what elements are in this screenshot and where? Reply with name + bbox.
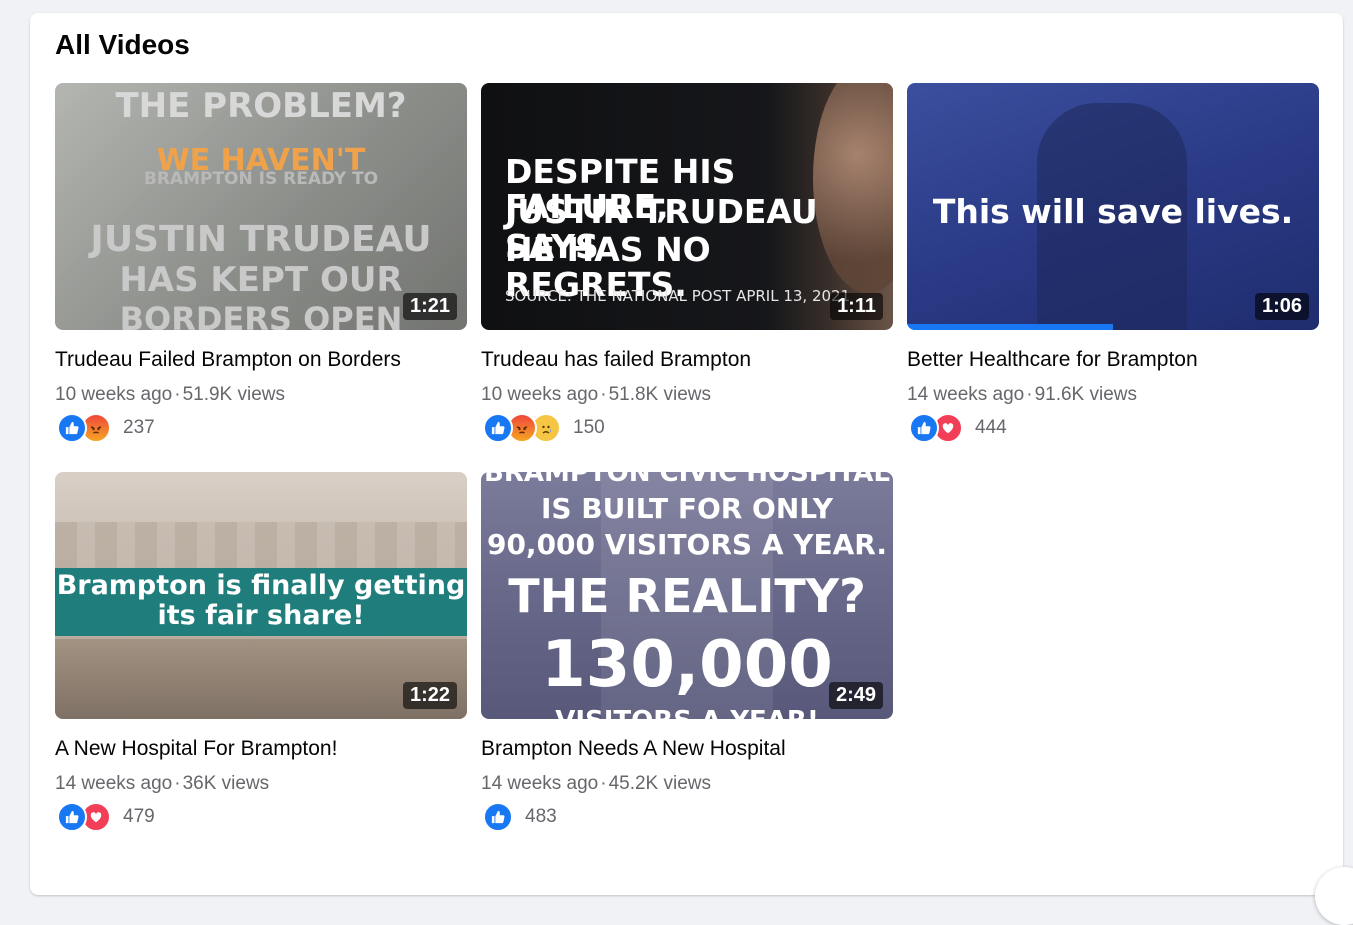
- thumb-text-line: THE REALITY?: [508, 569, 866, 623]
- reactions-summary[interactable]: 150: [483, 413, 605, 443]
- video-duration: 1:22: [402, 682, 457, 709]
- video-item[interactable]: THE PROBLEM? WE HAVEN'T BRAMPTON IS READ…: [55, 83, 467, 443]
- video-age: 10 weeks ago: [55, 384, 173, 405]
- thumb-text-line: THE PROBLEM?: [115, 86, 407, 126]
- thumb-progress-bar: [907, 324, 1113, 330]
- video-duration: 1:11: [830, 293, 883, 320]
- meta-separator: ·: [174, 773, 181, 794]
- thumb-source: SOURCE: THE NATIONAL POST APRIL 13, 2021: [505, 287, 851, 305]
- video-item[interactable]: This will save lives. 1:06 Better Health…: [907, 83, 1319, 443]
- video-title[interactable]: Brampton Needs A New Hospital: [481, 737, 786, 761]
- video-duration: 1:21: [402, 293, 457, 320]
- meta-separator: ·: [600, 384, 607, 405]
- reaction-count: 237: [123, 417, 155, 438]
- video-duration: 2:49: [828, 682, 883, 709]
- video-views: 36K views: [182, 773, 270, 794]
- video-title[interactable]: Trudeau has failed Brampton: [481, 348, 751, 372]
- video-meta: 14 weeks ago · 36K views: [55, 773, 269, 795]
- like-icon: [57, 413, 87, 443]
- reaction-count: 483: [525, 806, 557, 827]
- video-age: 14 weeks ago: [481, 773, 599, 794]
- video-views: 91.6K views: [1034, 384, 1138, 405]
- thumb-skyline: [55, 522, 467, 572]
- video-views: 51.9K views: [182, 384, 286, 405]
- video-item[interactable]: Brampton is finally getting its fair sha…: [55, 472, 467, 832]
- video-views: 45.2K views: [608, 773, 712, 794]
- video-meta: 10 weeks ago · 51.8K views: [481, 384, 711, 406]
- thumb-text-line: 90,000 VISITORS A YEAR.: [486, 528, 888, 561]
- reaction-count: 444: [975, 417, 1007, 438]
- reactions-summary[interactable]: 483: [483, 802, 557, 832]
- thumb-text-line: Brampton is finally getting: [56, 570, 466, 601]
- meta-separator: ·: [600, 773, 607, 794]
- floating-chat-button[interactable]: [1315, 867, 1353, 925]
- thumb-text-line: BRAMPTON IS READY TO: [143, 169, 379, 189]
- thumb-text-line: JUSTIN TRUDEAU: [90, 219, 432, 260]
- thumb-text-line: VISITORS A YEAR!: [481, 707, 893, 719]
- video-meta: 14 weeks ago · 45.2K views: [481, 773, 711, 795]
- all-videos-card: All Videos THE PROBLEM? WE HAVEN'T BRAMP…: [30, 13, 1353, 925]
- thumb-text-line: BRAMPTON CIVIC HOSPITAL: [484, 472, 890, 488]
- like-icon: [483, 802, 513, 832]
- thumb-text-line: This will save lives.: [932, 192, 1294, 231]
- video-meta: 10 weeks ago · 51.9K views: [55, 384, 285, 406]
- video-age: 10 weeks ago: [481, 384, 599, 405]
- meta-separator: ·: [1026, 384, 1033, 405]
- reactions-summary[interactable]: 237: [57, 413, 155, 443]
- video-thumbnail[interactable]: Brampton is finally getting its fair sha…: [55, 472, 467, 719]
- video-thumbnail[interactable]: THE PROBLEM? WE HAVEN'T BRAMPTON IS READ…: [55, 83, 467, 330]
- video-title[interactable]: Trudeau Failed Brampton on Borders: [55, 348, 401, 372]
- video-title[interactable]: A New Hospital For Brampton!: [55, 737, 337, 761]
- reactions-summary[interactable]: 444: [909, 413, 1007, 443]
- video-age: 14 weeks ago: [55, 773, 173, 794]
- reaction-count: 479: [123, 806, 155, 827]
- video-views: 51.8K views: [608, 384, 712, 405]
- video-thumbnail[interactable]: BRAMPTON CIVIC HOSPITAL IS BUILT FOR ONL…: [481, 472, 893, 719]
- video-thumbnail[interactable]: This will save lives. 1:06: [907, 83, 1319, 330]
- video-meta: 14 weeks ago · 91.6K views: [907, 384, 1137, 406]
- meta-separator: ·: [174, 384, 181, 405]
- video-item[interactable]: BRAMPTON CIVIC HOSPITAL IS BUILT FOR ONL…: [481, 472, 893, 832]
- video-item[interactable]: DESPITE HIS FAILURE, JUSTIN TRUDEAU SAYS…: [481, 83, 893, 443]
- video-age: 14 weeks ago: [907, 384, 1025, 405]
- thumb-text-line: IS BUILT FOR ONLY: [540, 492, 834, 525]
- video-thumbnail[interactable]: DESPITE HIS FAILURE, JUSTIN TRUDEAU SAYS…: [481, 83, 893, 330]
- section-heading: All Videos: [55, 29, 190, 60]
- video-title[interactable]: Better Healthcare for Brampton: [907, 348, 1198, 372]
- like-icon: [57, 802, 87, 832]
- thumb-text-line: its fair share!: [157, 600, 365, 631]
- reactions-summary[interactable]: 479: [57, 802, 155, 832]
- like-icon: [909, 413, 939, 443]
- video-duration: 1:06: [1254, 293, 1309, 320]
- reaction-count: 150: [573, 417, 605, 438]
- like-icon: [483, 413, 513, 443]
